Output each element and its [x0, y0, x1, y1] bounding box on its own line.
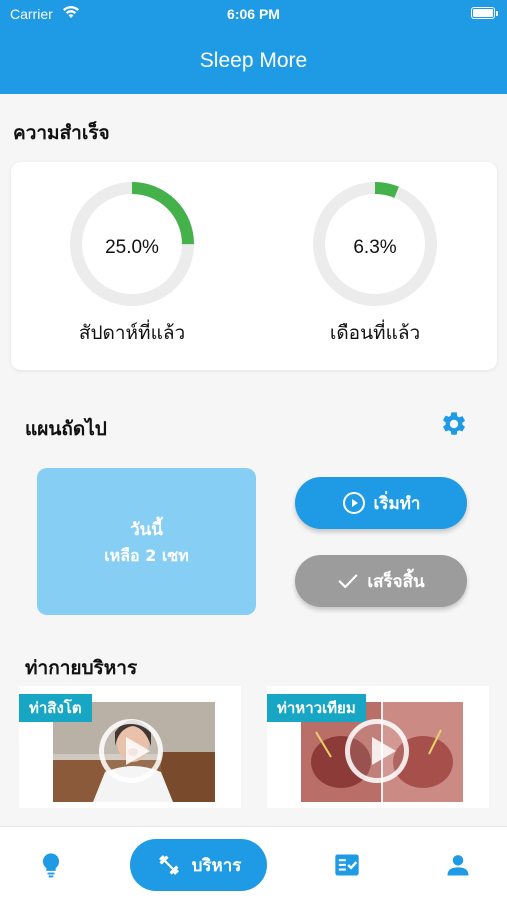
exercises-heading: ท่ากายบริหาร — [25, 657, 138, 679]
finish-button[interactable]: เสร็จสิ้น — [295, 555, 467, 607]
plan-day-label: วันนี้ — [130, 520, 163, 540]
today-plan-card: วันนี้ เหลือ 2 เซท — [37, 468, 256, 615]
finish-button-label: เสร็จสิ้น — [367, 571, 425, 592]
dumbbell-icon — [158, 855, 179, 875]
checkmark-icon — [339, 574, 358, 589]
clock: 6:06 PM — [227, 6, 280, 22]
plan-remaining-sets: เหลือ 2 เซท — [104, 546, 189, 565]
next-plan-heading: แผนถัดไป — [25, 418, 107, 440]
monthly-label: เดือนที่แล้ว — [329, 322, 421, 344]
monthly-percentage: 6.3% — [353, 237, 397, 258]
lightbulb-icon[interactable] — [37, 851, 65, 879]
lion-pose-tag: ท่าสิงโต — [19, 694, 92, 722]
achievements-card: 25.0% สัปดาห์ที่แล้ว 6.3% เดือนที่แล้ว — [11, 162, 497, 370]
settings-gear-icon[interactable] — [440, 410, 468, 438]
page-title: Sleep More — [199, 49, 308, 72]
tab-bar: บริหาร — [0, 826, 507, 900]
play-video-icon[interactable] — [345, 719, 409, 783]
user-profile-icon[interactable] — [444, 851, 472, 879]
play-circle-icon — [342, 492, 365, 514]
monthly-progress: 6.3% เดือนที่แล้ว — [275, 182, 475, 362]
exercise-card-yawn[interactable]: ท่าหาวเทียม — [267, 686, 489, 808]
weekly-percentage: 25.0% — [105, 237, 159, 258]
tab-exercise[interactable]: บริหาร — [130, 839, 267, 891]
yawn-pose-tag: ท่าหาวเทียม — [267, 694, 366, 722]
battery-icon — [471, 7, 495, 19]
start-button[interactable]: เริ่มทำ — [295, 477, 467, 529]
play-video-icon[interactable] — [99, 719, 163, 783]
tab-exercise-label: บริหาร — [191, 855, 242, 876]
exercise-card-lion[interactable]: ท่าสิงโต — [19, 686, 241, 808]
navigation-bar: Sleep More — [0, 28, 507, 94]
achievements-heading: ความสำเร็จ — [13, 122, 110, 144]
start-button-label: เริ่มทำ — [373, 493, 421, 514]
weekly-label: สัปดาห์ที่แล้ว — [78, 322, 186, 344]
checklist-icon[interactable] — [333, 851, 361, 879]
weekly-progress: 25.0% สัปดาห์ที่แล้ว — [32, 182, 232, 362]
status-bar: Carrier 6:06 PM — [0, 0, 507, 28]
